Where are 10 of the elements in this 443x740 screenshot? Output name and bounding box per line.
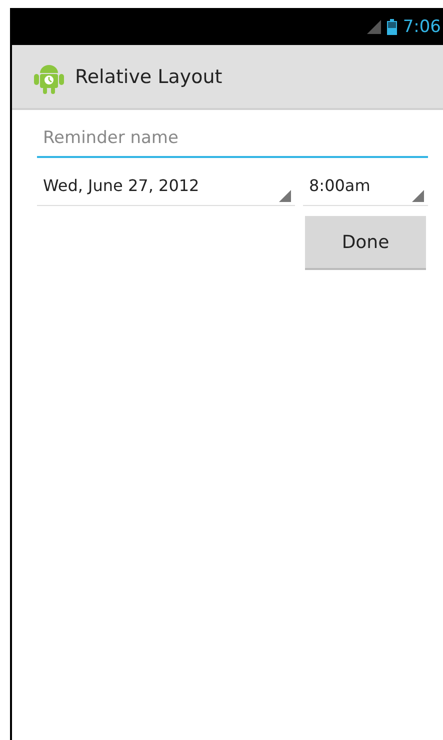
status-time: 7:06	[402, 16, 441, 36]
dropdown-corner-icon	[412, 190, 424, 202]
battery-icon	[386, 18, 397, 34]
app-title: Relative Layout	[75, 66, 222, 88]
reminder-name-field[interactable]: Reminder name	[37, 124, 428, 158]
signal-icon	[366, 20, 381, 34]
date-spinner[interactable]: Wed, June 27, 2012	[37, 172, 295, 206]
time-spinner[interactable]: 8:00am	[303, 172, 428, 206]
done-button[interactable]: Done	[305, 216, 426, 270]
dropdown-corner-icon	[279, 190, 291, 202]
